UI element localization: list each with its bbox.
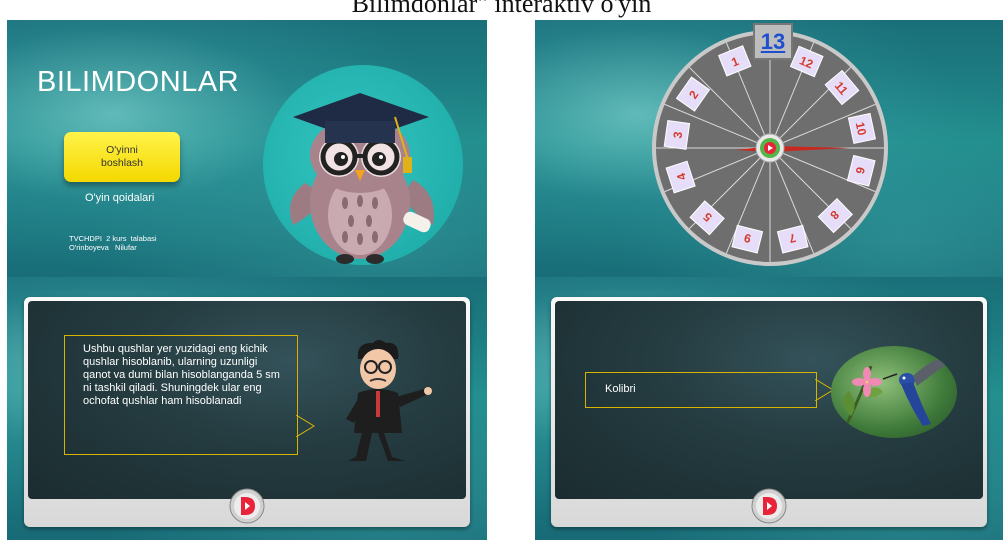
answer-box: Kolibri — [585, 372, 817, 408]
play-icon — [229, 488, 265, 524]
next-play-button[interactable] — [751, 488, 787, 524]
next-play-button[interactable] — [229, 488, 265, 524]
start-game-button[interactable]: O'yinni boshlash — [64, 132, 180, 182]
wheel-slot[interactable]: 3 — [663, 119, 691, 150]
question-box: Ushbu qushlar yer yuzidagi eng kichik qu… — [64, 335, 298, 455]
answer-text: Kolibri — [605, 383, 636, 395]
selected-number: 13 — [760, 28, 786, 54]
play-icon — [751, 488, 787, 524]
slide-answer: Kolibri — [535, 277, 1003, 540]
professor-character — [346, 340, 432, 461]
game-title: BILIMDONLAR — [37, 66, 240, 98]
author-credit: TVCHDPI 2 kurs talabasi O'rinboyeva Niluf… — [69, 234, 157, 252]
selected-number-box[interactable]: 13 — [753, 23, 793, 60]
start-button-label: O'yinni boshlash — [100, 144, 144, 169]
spin-wheel[interactable]: 1 2 3 4 5 6 7 8 9 10 11 12 — [650, 23, 890, 273]
credit-line-2: O'rinboyeva Nilufar — [69, 243, 137, 252]
slide-wheel: 1 2 3 4 5 6 7 8 9 10 11 12 13 — [535, 20, 1003, 290]
credit-line-1: TVCHDPI 2 kurs talabasi — [69, 234, 157, 243]
owl-illustration — [263, 65, 463, 265]
rules-link[interactable]: O'yin qoidalari — [85, 192, 154, 204]
hummingbird-image — [831, 346, 957, 438]
question-text: Ushbu qushlar yer yuzidagi eng kichik qu… — [83, 343, 280, 407]
slide-title: BILIMDONLAR O'yinni boshlash O'yin qoida… — [7, 20, 487, 290]
chalk-board: Ushbu qushlar yer yuzidagi eng kichik qu… — [24, 297, 470, 527]
wheel-slot[interactable]: 10 — [847, 112, 877, 145]
page-title: Bilimdonlar" interaktiv o'yin — [351, 0, 652, 18]
slide-question: Ushbu qushlar yer yuzidagi eng kichik qu… — [7, 277, 487, 540]
chalk-board: Kolibri — [551, 297, 987, 527]
speech-pointer — [296, 415, 315, 437]
